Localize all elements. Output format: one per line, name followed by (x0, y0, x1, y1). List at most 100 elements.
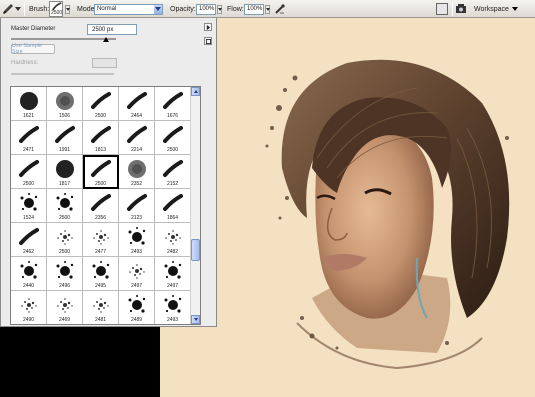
brush-preset-size: 2482 (166, 249, 179, 255)
brush-picker-arrow[interactable] (65, 0, 70, 18)
brush-preset-item[interactable]: 2500 (155, 121, 191, 155)
brush-preset-item[interactable]: 1991 (47, 121, 83, 155)
brush-preset-item[interactable]: 1864 (155, 189, 191, 223)
brush-tip-icon (92, 261, 110, 279)
brush-preset-item[interactable]: 2481 (83, 291, 119, 324)
brush-preset-item[interactable]: 2471 (11, 121, 47, 155)
opacity-slider-arrow[interactable] (217, 0, 222, 18)
brush-preset-item[interactable]: 1621 (11, 87, 47, 121)
master-diameter-slider[interactable] (11, 38, 116, 40)
arrow-up-icon (193, 90, 198, 93)
brush-preset-item[interactable]: 1506 (47, 87, 83, 121)
brush-preset-item[interactable]: 2152 (155, 155, 191, 189)
brush-preset-item[interactable]: 2356 (83, 189, 119, 223)
brush-preset-item[interactable]: 2497 (119, 257, 155, 291)
flow-input[interactable]: 100% (244, 3, 264, 15)
portrait-artwork (265, 59, 510, 370)
new-preset-button[interactable] (204, 37, 212, 45)
brush-preset-size: 2500 (58, 249, 71, 255)
brush-tip-icon (164, 261, 182, 279)
brush-preset-size: 2356 (94, 215, 107, 221)
chevron-down-icon (154, 4, 162, 14)
master-diameter-input[interactable]: 2500 px (87, 24, 137, 35)
flow-slider-arrow[interactable] (265, 0, 270, 18)
brush-preset-item[interactable]: 2440 (11, 257, 47, 291)
brush-preset-item[interactable]: 2462 (11, 223, 47, 257)
brush-preset-item[interactable]: 1817 (47, 155, 83, 189)
scroll-down-button[interactable] (191, 315, 200, 324)
brush-preset-item[interactable]: 2500 (83, 87, 119, 121)
use-sample-size-button[interactable]: Use Sample Size (11, 43, 55, 55)
brush-preset-size: 1506 (58, 113, 71, 119)
brush-preset-item[interactable]: 2495 (83, 257, 119, 291)
brush-preset-item[interactable]: 2496 (47, 257, 83, 291)
chevron-down-icon (511, 7, 518, 11)
brush-preset-item[interactable]: 1524 (11, 189, 47, 223)
brush-preset-item[interactable]: 1813 (83, 121, 119, 155)
hardness-slider[interactable] (11, 73, 114, 75)
brush-preset-size: 2497 (130, 283, 143, 289)
brush-preset-size: 2496 (58, 283, 71, 289)
hardness-input[interactable] (92, 58, 117, 68)
brush-preset-item[interactable]: 2469 (47, 291, 83, 324)
chevron-down-icon (15, 7, 21, 11)
document-canvas[interactable] (217, 18, 535, 397)
brush-tip-icon (163, 126, 183, 143)
brush-preset-size: 2214 (130, 147, 143, 153)
brush-preset-item[interactable]: 2500 (83, 155, 119, 189)
flow-label: Flow: (227, 5, 244, 13)
opacity-input[interactable]: 100% (196, 3, 216, 15)
canvas-bottom-strip (160, 327, 217, 397)
brush-tip-icon (127, 126, 147, 143)
scroll-thumb[interactable] (191, 239, 200, 261)
arrow-down-icon (193, 318, 198, 321)
airbrush-toggle[interactable] (274, 0, 286, 18)
brush-tool-icon (3, 4, 13, 14)
palette-well-button[interactable] (436, 0, 448, 18)
brush-preset-item[interactable]: 2500 (47, 189, 83, 223)
chevron-down-icon (265, 7, 270, 11)
scroll-up-button[interactable] (191, 87, 200, 96)
brush-preset-item[interactable]: 2477 (83, 223, 119, 257)
brush-preset-item[interactable]: 2214 (119, 121, 155, 155)
brush-tip-icon (21, 298, 37, 313)
brush-tip-icon (164, 295, 182, 313)
brush-preset-item[interactable]: 2500 (47, 223, 83, 257)
brush-preset-item[interactable]: 2490 (11, 291, 47, 324)
brush-tip-icon (91, 126, 111, 143)
brush-preset-item[interactable]: 2352 (119, 155, 155, 189)
master-diameter-slider-thumb[interactable] (102, 37, 109, 42)
brush-preset-size: 2493 (166, 317, 179, 323)
workspace-label: Workspace (474, 5, 509, 13)
brush-preset-size: 1676 (166, 113, 179, 119)
brush-preset-item[interactable]: 2500 (11, 155, 47, 189)
chevron-down-icon (65, 7, 70, 11)
brush-preset-item[interactable]: 2493 (155, 291, 191, 324)
panel-menu-button[interactable] (204, 23, 212, 31)
brush-preset-size: 1991 (58, 147, 71, 153)
hardness-label: Hardness: (11, 60, 39, 66)
brush-preset-size: 2500 (94, 113, 107, 119)
preset-scrollbar[interactable] (190, 87, 200, 324)
tool-preset-picker[interactable] (2, 0, 21, 18)
brush-preset-picker-panel: Master Diameter 2500 px Use Sample Size … (0, 18, 217, 327)
workspace-icon-button[interactable] (455, 0, 467, 18)
brush-tip-icon (19, 126, 39, 143)
chevron-down-icon (217, 7, 222, 11)
brush-tip-icon (56, 92, 74, 110)
brush-tip-icon (163, 160, 183, 177)
brush-preset-item[interactable]: 2497 (155, 257, 191, 291)
brush-tip-icon (128, 295, 146, 313)
workspace-menu[interactable]: Workspace (474, 0, 518, 18)
brush-preset-item[interactable]: 1676 (155, 87, 191, 121)
brush-preset-item[interactable]: 2489 (119, 291, 155, 324)
brush-preset-item[interactable]: 2123 (119, 189, 155, 223)
separator (24, 2, 25, 16)
new-preset-icon (205, 38, 211, 44)
mode-select[interactable]: Normal (94, 3, 163, 15)
brush-preset-size: 2469 (58, 317, 71, 323)
brush-preset-item[interactable]: 2482 (155, 223, 191, 257)
brush-preset-item[interactable]: 2464 (119, 87, 155, 121)
brush-tip-icon (127, 194, 147, 211)
brush-preset-item[interactable]: 2493 (119, 223, 155, 257)
